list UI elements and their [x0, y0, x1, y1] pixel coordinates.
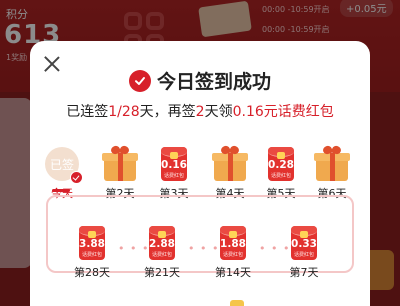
today-indicator	[52, 189, 70, 192]
gift-icon	[312, 145, 352, 181]
red-packet-amount: 0.28	[268, 159, 294, 171]
milestone-item-14: 1.88 话费红包 第14天	[208, 226, 258, 280]
red-packet-tag: 话费红包	[270, 173, 291, 179]
milestone-item-21: 2.88 话费红包 第21天	[137, 226, 187, 280]
day-label: 第14天	[215, 266, 251, 279]
gift-icon	[210, 145, 250, 181]
streak-text: 天领	[204, 104, 233, 120]
red-packet-icon: 0.16 话费红包	[161, 147, 187, 181]
red-packet-tag: 话费红包	[81, 252, 102, 258]
streak-summary: 已连签1/28天，再签2天领0.16元话费红包	[30, 101, 370, 121]
red-packet-amount: 0.33	[291, 238, 317, 250]
red-packet-icon: 0.28 话费红包	[268, 147, 294, 181]
red-packet-amount: 0.16	[161, 159, 187, 171]
streak-progress: 1/28	[108, 104, 140, 120]
red-packet-amount: 2.88	[149, 238, 175, 250]
day-item-3: 0.16 话费红包 第3天	[149, 147, 199, 201]
coin-decoration	[230, 300, 244, 306]
red-packet-tag: 话费红包	[222, 252, 243, 258]
dialog-title: 今日签到成功	[156, 71, 271, 93]
red-packet-amount: 1.88	[220, 238, 246, 250]
milestone-item-28: 3.88 话费红包 第28天	[67, 226, 117, 280]
check-icon	[70, 171, 83, 184]
day-item-2: 第2天	[95, 145, 145, 201]
day-item-4: 第4天	[205, 145, 255, 201]
day-item-6: 第6天	[307, 145, 357, 201]
day-item-today: 已签 今天	[37, 147, 87, 201]
red-packet-icon: 2.88 话费红包	[149, 226, 175, 260]
day-item-5: 0.28 话费红包 第5天	[256, 147, 306, 201]
red-packet-tag: 话费红包	[151, 252, 172, 258]
check-icon	[128, 69, 151, 92]
dialog-header: 今日签到成功	[30, 67, 370, 94]
day-label: 第28天	[74, 266, 110, 279]
day-label: 第21天	[144, 266, 180, 279]
signed-badge: 已签	[45, 147, 83, 184]
signed-label: 已签	[49, 157, 74, 172]
red-packet-icon: 0.33 话费红包	[291, 226, 317, 260]
red-packet-amount: 3.88	[79, 238, 105, 250]
day-label: 第7天	[289, 266, 319, 279]
streak-prefix: 已连签	[66, 104, 109, 120]
checkin-success-dialog: 今日签到成功 已连签1/28天，再签2天领0.16元话费红包 已签 今天 第2天…	[30, 41, 370, 306]
red-packet-tag: 话费红包	[293, 252, 314, 258]
days-left: 2	[195, 104, 205, 120]
reward-text: 0.16元话费红包	[232, 104, 334, 120]
milestone-item-7: 0.33 话费红包 第7天	[279, 226, 329, 280]
red-packet-tag: 话费红包	[163, 173, 184, 179]
gift-icon	[100, 145, 140, 181]
streak-text: 天，再签	[139, 104, 196, 120]
red-packet-icon: 1.88 话费红包	[220, 226, 246, 260]
red-packet-icon: 3.88 话费红包	[79, 226, 105, 260]
